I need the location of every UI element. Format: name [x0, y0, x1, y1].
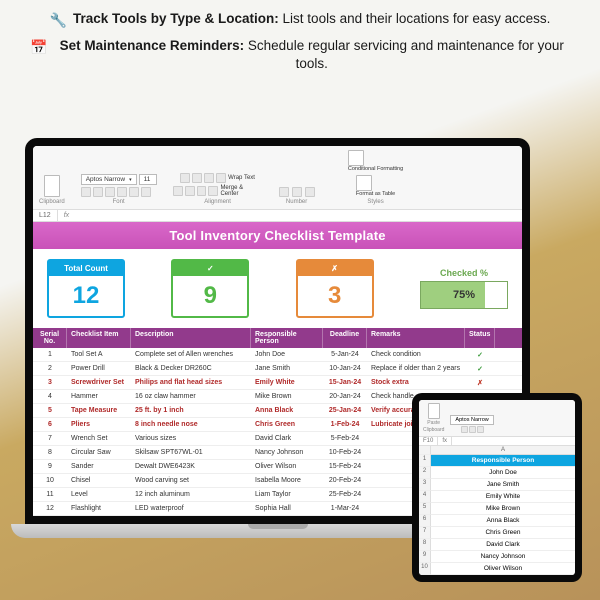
col-deadline: Deadline: [323, 328, 367, 348]
wrench-icon: 🔧: [50, 12, 67, 29]
check-icon: ✓: [173, 261, 247, 276]
calendar-icon: 📅: [30, 39, 47, 56]
tablet-ribbon: Paste Clipboard Aptos Narrow: [419, 400, 575, 437]
ribbon-label-clipboard: Clipboard: [39, 199, 65, 205]
promo-section: 🔧 Track Tools by Type & Location: List t…: [0, 0, 600, 87]
stat-total-label: Total Count: [49, 261, 123, 276]
promo-text-1: Track Tools by Type & Location: List too…: [73, 10, 550, 28]
wrap-text-button[interactable]: Wrap Text: [216, 173, 255, 183]
tablet-worksheet: A 1 Responsible Person 2John Doe3Jane Sm…: [419, 446, 575, 575]
tablet-col-letter: A: [431, 446, 575, 455]
ribbon-group-alignment: Wrap Text Merge & Center Alignment: [173, 173, 263, 205]
stat-unchecked-value: 3: [298, 276, 372, 316]
paste-label: Paste: [427, 420, 440, 426]
table-row[interactable]: 2Power DrillBlack & Decker DR260CJane Sm…: [33, 362, 522, 376]
bold-button[interactable]: [81, 187, 91, 197]
format-as-table-button[interactable]: Format as Table: [356, 175, 395, 197]
percent-button[interactable]: [292, 187, 302, 197]
align-center-button[interactable]: [185, 186, 195, 196]
promo-line-2: 📅 Set Maintenance Reminders: Schedule re…: [30, 37, 570, 73]
tablet-row[interactable]: 9Nancy Johnson: [419, 551, 575, 563]
tablet-screen: Paste Clipboard Aptos Narrow F10 fx A 1 …: [419, 400, 575, 575]
tablet-row[interactable]: 2John Doe: [419, 467, 575, 479]
excel-ribbon: Clipboard Aptos Narrow▾ 11: [33, 146, 522, 210]
conditional-formatting-button[interactable]: Conditional Formatting: [348, 150, 403, 172]
tablet-header-cell: Responsible Person: [431, 455, 575, 467]
tablet-row[interactable]: 4Emily White: [419, 491, 575, 503]
merge-center-button[interactable]: Merge & Center: [208, 185, 262, 197]
ribbon-label-styles: Styles: [367, 199, 383, 205]
font-color-button[interactable]: [141, 187, 151, 197]
progress-bar: 75%: [420, 281, 508, 309]
align-left-button[interactable]: [173, 186, 183, 196]
promo-line-1: 🔧 Track Tools by Type & Location: List t…: [30, 10, 570, 29]
ribbon-group-styles: Conditional Formatting Format as Table S…: [331, 150, 421, 205]
tablet-mockup: Paste Clipboard Aptos Narrow F10 fx A 1 …: [412, 393, 582, 582]
tablet-row[interactable]: 3Jane Smith: [419, 479, 575, 491]
ribbon-group-clipboard: Clipboard: [39, 175, 65, 205]
table-header: Serial No. Checklist Item Description Re…: [33, 328, 522, 348]
tablet-corner: [419, 446, 431, 455]
stats-row: Total Count 12 ✓ 9 ✗ 3 Checked %: [33, 249, 522, 328]
promo-text-2: Set Maintenance Reminders: Schedule regu…: [53, 37, 570, 73]
align-middle-button[interactable]: [192, 173, 202, 183]
ribbon-label-font: Font: [113, 199, 125, 205]
col-description: Description: [131, 328, 251, 348]
cross-icon: ✗: [298, 261, 372, 276]
stat-checked: ✓ 9: [171, 259, 249, 318]
stat-checked-value: 9: [173, 276, 247, 316]
fill-color-button[interactable]: [129, 187, 139, 197]
stat-unchecked: ✗ 3: [296, 259, 374, 318]
table-row[interactable]: 1Tool Set AComplete set of Allen wrenche…: [33, 348, 522, 362]
formula-input[interactable]: [75, 210, 522, 221]
tablet-row[interactable]: 7Chris Green: [419, 527, 575, 539]
tablet-row[interactable]: 10Oliver Wilson: [419, 563, 575, 575]
tablet-font-select[interactable]: Aptos Narrow: [450, 415, 493, 425]
tablet-row-num: 1: [419, 455, 431, 467]
stat-total-value: 12: [49, 276, 123, 316]
ribbon-label-number: Number: [286, 199, 307, 205]
col-item: Checklist Item: [67, 328, 131, 348]
table-row[interactable]: 3Screwdriver SetPhilips and flat head si…: [33, 376, 522, 390]
tablet-ribbon-clipboard: Clipboard: [423, 427, 444, 433]
underline-button[interactable]: [105, 187, 115, 197]
italic-button[interactable]: [93, 187, 103, 197]
formula-bar: L12 fx: [33, 210, 522, 222]
tablet-row[interactable]: 8David Clark: [419, 539, 575, 551]
border-button[interactable]: [117, 187, 127, 197]
tablet-row[interactable]: 6Anna Black: [419, 515, 575, 527]
stat-percent-label: Checked %: [420, 268, 508, 278]
currency-button[interactable]: [279, 187, 289, 197]
paste-icon[interactable]: [428, 403, 440, 419]
font-name-select[interactable]: Aptos Narrow▾: [81, 174, 137, 185]
name-box[interactable]: L12: [33, 210, 58, 221]
paste-icon[interactable]: [44, 175, 60, 197]
col-status: Status: [465, 328, 495, 348]
ribbon-label-alignment: Alignment: [204, 199, 231, 205]
tablet-row[interactable]: 5Mike Brown: [419, 503, 575, 515]
col-serial: Serial No.: [33, 328, 67, 348]
tablet-name-box[interactable]: F10: [419, 437, 438, 445]
sheet-title: Tool Inventory Checklist Template: [33, 222, 522, 249]
stat-percent-value: 75%: [453, 289, 475, 301]
ribbon-group-number: Number: [279, 187, 315, 205]
col-remarks: Remarks: [367, 328, 465, 348]
stat-total: Total Count 12: [47, 259, 125, 318]
comma-button[interactable]: [305, 187, 315, 197]
align-right-button[interactable]: [197, 186, 207, 196]
ribbon-group-font: Aptos Narrow▾ 11 Font: [81, 174, 157, 205]
fx-label: fx: [58, 210, 75, 221]
align-top-button[interactable]: [180, 173, 190, 183]
tablet-formula-bar: F10 fx: [419, 437, 575, 446]
align-bottom-button[interactable]: [204, 173, 214, 183]
col-person: Responsible Person: [251, 328, 323, 348]
tablet-fx-label: fx: [438, 437, 452, 445]
stat-percent: Checked % 75%: [420, 268, 508, 309]
font-size-select[interactable]: 11: [139, 174, 157, 185]
